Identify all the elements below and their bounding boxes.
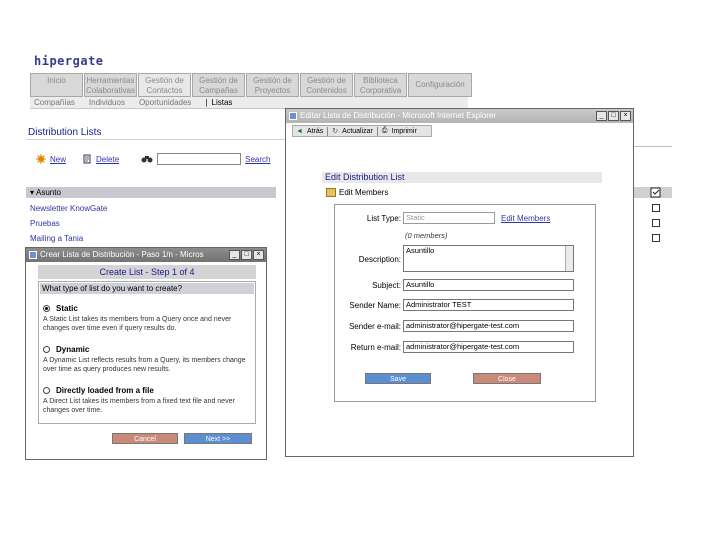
toolbar-separator	[327, 126, 329, 136]
option-direct-file[interactable]: Directly loaded from a file	[43, 386, 154, 395]
close-window-button[interactable]: ×	[620, 111, 631, 121]
tab-campanas[interactable]: Gestión de Campañas	[192, 73, 245, 97]
back-icon[interactable]: ◄	[296, 128, 303, 135]
delete-link[interactable]: Delete	[96, 155, 119, 164]
return-email-input[interactable]: administrator@hipergate-test.com	[403, 341, 574, 353]
tab-herramientas[interactable]: Herramientas Colaborativas	[84, 73, 137, 97]
row-checkbox[interactable]	[652, 204, 660, 212]
binoculars-icon	[141, 154, 153, 164]
tab-configuracion[interactable]: Configuración	[408, 73, 472, 97]
wizard-question: What type of list do you want to create?	[40, 283, 254, 294]
tab-contactos[interactable]: Gestión de Contactos	[138, 73, 191, 97]
edit-members-link[interactable]: Edit Members	[501, 214, 550, 223]
subject-label: Subject:	[372, 281, 401, 290]
sender-email-label: Sender e-mail:	[348, 322, 401, 331]
description-scrollbar[interactable]	[565, 246, 573, 271]
subnav-individuos[interactable]: Individuos	[89, 98, 125, 107]
new-link[interactable]: New	[50, 155, 66, 164]
sender-email-input[interactable]: administrator@hipergate-test.com	[403, 320, 574, 332]
main-tabs: Inicio Herramientas Colaborativas Gestión…	[30, 73, 473, 97]
back-button[interactable]: Atrás	[307, 128, 323, 135]
minimize-button[interactable]: _	[596, 111, 607, 121]
search-input[interactable]	[157, 153, 242, 165]
close-window-button[interactable]: ×	[253, 250, 264, 260]
direct-file-radio[interactable]	[43, 387, 50, 394]
static-radio[interactable]	[43, 305, 50, 312]
next-button[interactable]: Next >>	[184, 433, 252, 444]
browser-toolbar: ◄ Atrás ↻ Actualizar ⎙ Imprimir	[292, 125, 432, 137]
edit-window-titlebar[interactable]: Editar Lista de Distribución - Microsoft…	[286, 109, 633, 123]
wizard-heading: Create List - Step 1 of 4	[38, 265, 256, 279]
edit-form: List Type: Static Edit Members (0 member…	[334, 204, 596, 402]
option-dynamic[interactable]: Dynamic	[43, 345, 89, 354]
select-all-icon[interactable]	[650, 187, 662, 198]
tab-contenidos[interactable]: Gestión de Contenidos	[300, 73, 353, 97]
maximize-button[interactable]: □	[608, 111, 619, 121]
subnav-oportunidades[interactable]: Oportunidades	[139, 98, 191, 107]
row-checkbox[interactable]	[652, 219, 660, 227]
list-item-mailing[interactable]: Mailing a Tania	[30, 234, 83, 243]
option-direct-file-desc: A Direct List takes its members from a f…	[43, 398, 235, 414]
save-button[interactable]: Save	[365, 373, 431, 384]
option-static-desc: A Static List takes its members from a Q…	[43, 316, 232, 332]
list-column-header[interactable]: ▾ Asunto	[26, 187, 276, 198]
list-item-newsletter[interactable]: Newsletter KnowGate	[30, 204, 107, 213]
tab-biblioteca[interactable]: Biblioteca Corporativa	[354, 73, 407, 97]
sender-name-label: Sender Name:	[349, 301, 401, 310]
ie-window-icon	[29, 251, 37, 259]
cancel-button[interactable]: Cancel	[112, 433, 178, 444]
members-count: (0 members)	[405, 231, 448, 240]
description-textarea[interactable]: Asuntillo	[403, 245, 574, 272]
list-item-pruebas[interactable]: Pruebas	[30, 219, 60, 228]
subnav-listas[interactable]: Listas	[212, 98, 233, 107]
subnav-companias[interactable]: Compañías	[34, 98, 75, 107]
edit-members-toolbar[interactable]: Edit Members	[326, 188, 388, 197]
option-dynamic-desc: A Dynamic List reflects results from a Q…	[43, 357, 246, 373]
page-title: Distribution Lists	[28, 127, 102, 138]
tab-proyectos[interactable]: Gestión de Proyectos	[246, 73, 299, 97]
refresh-button[interactable]: Actualizar	[342, 128, 373, 135]
sender-name-input[interactable]: Administrator TEST	[403, 299, 574, 311]
wizard-panel: What type of list do you want to create?…	[38, 281, 256, 424]
title-divider	[26, 139, 294, 140]
members-icon	[326, 188, 336, 197]
tab-inicio[interactable]: Inicio	[30, 73, 83, 97]
dynamic-radio[interactable]	[43, 346, 50, 353]
delete-icon[interactable]	[82, 154, 92, 164]
refresh-icon[interactable]: ↻	[332, 127, 338, 135]
row-checkbox[interactable]	[652, 234, 660, 242]
return-email-label: Return e-mail:	[350, 343, 401, 352]
print-icon[interactable]: ⎙	[382, 127, 388, 135]
list-type-label: List Type:	[366, 214, 401, 223]
list-toolbar: New Delete Search	[36, 153, 287, 165]
subnav-separator: |	[205, 98, 208, 107]
edit-heading: Edit Distribution List	[322, 172, 602, 183]
ie-window-icon	[289, 112, 297, 120]
create-window-titlebar[interactable]: Crear Lista de Distribución - Paso 1/n -…	[26, 248, 266, 262]
divider	[634, 146, 672, 147]
edit-list-window: Editar Lista de Distribución - Microsoft…	[285, 108, 634, 457]
print-button[interactable]: Imprimir	[392, 128, 417, 135]
description-label: Description:	[358, 255, 401, 264]
list-type-field: Static	[403, 212, 495, 224]
option-static[interactable]: Static	[43, 304, 78, 313]
app-logo: hipergate	[34, 54, 104, 68]
minimize-button[interactable]: _	[229, 250, 240, 260]
maximize-button[interactable]: □	[241, 250, 252, 260]
new-icon[interactable]	[36, 154, 46, 164]
subject-input[interactable]: Asuntillo	[403, 279, 574, 291]
search-link[interactable]: Search	[245, 155, 270, 164]
close-button[interactable]: Close	[473, 373, 541, 384]
create-list-window: Crear Lista de Distribución - Paso 1/n -…	[25, 247, 267, 460]
toolbar-separator	[376, 126, 378, 136]
